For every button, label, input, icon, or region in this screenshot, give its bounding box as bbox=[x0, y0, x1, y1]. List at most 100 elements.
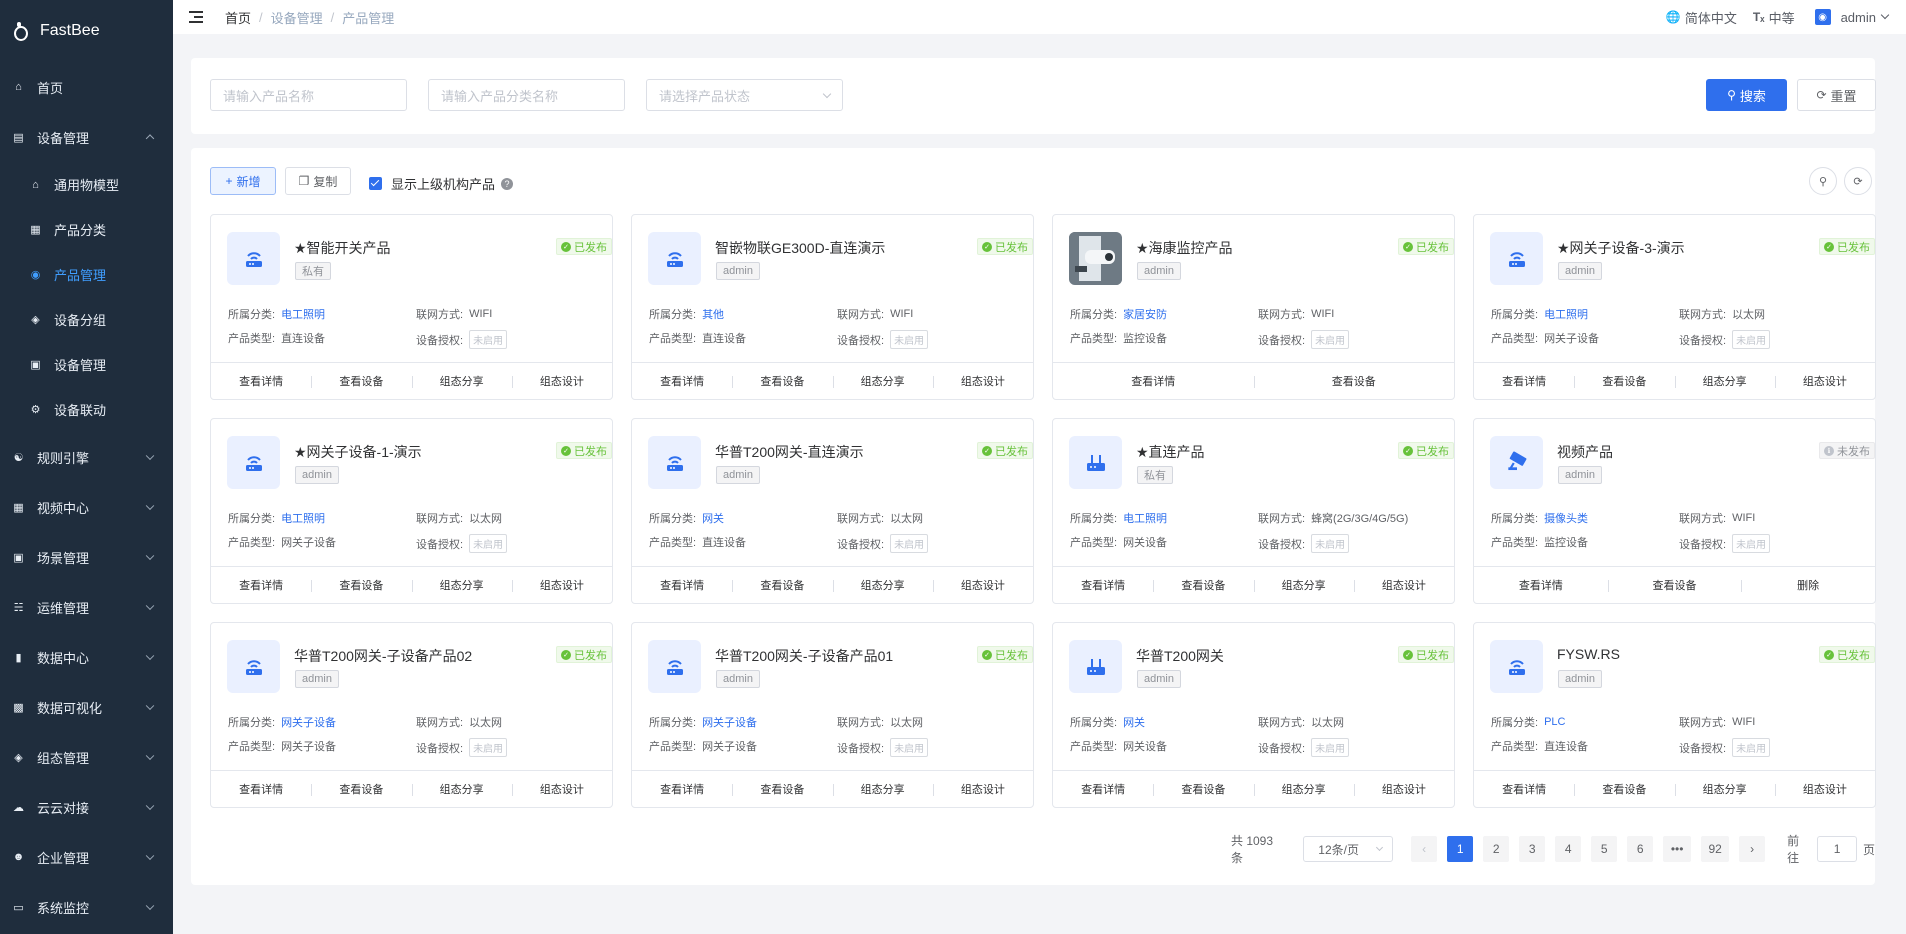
sidebar-subitem-4[interactable]: ▣ 设备管理 bbox=[0, 342, 173, 387]
card-action[interactable]: 查看详情 bbox=[1474, 567, 1608, 603]
sidebar-item-8[interactable]: ◈ 组态管理 bbox=[0, 732, 173, 782]
product-title[interactable]: 视频产品 bbox=[1557, 442, 1613, 462]
product-status-select[interactable]: 请选择产品状态 bbox=[646, 79, 843, 111]
card-action[interactable]: 组态设计 bbox=[511, 363, 612, 399]
sidebar-item-5[interactable]: ☵ 运维管理 bbox=[0, 582, 173, 632]
sidebar-subitem-0[interactable]: ⌂ 通用物模型 bbox=[0, 162, 173, 207]
card-action[interactable]: 查看详情 bbox=[632, 771, 732, 807]
sidebar-item-0[interactable]: ⌂ 首页 bbox=[0, 62, 173, 112]
card-action[interactable]: 查看设备 bbox=[1574, 771, 1674, 807]
product-name-input[interactable]: 请输入产品名称 bbox=[210, 79, 407, 111]
card-action[interactable]: 查看设备 bbox=[311, 567, 411, 603]
product-title[interactable]: ★海康监控产品 bbox=[1136, 238, 1233, 258]
page-button[interactable]: 92 bbox=[1701, 836, 1730, 862]
product-title[interactable]: ★直连产品 bbox=[1136, 442, 1205, 462]
card-action[interactable]: 组态设计 bbox=[1774, 771, 1875, 807]
card-action[interactable]: 查看设备 bbox=[732, 771, 832, 807]
product-card[interactable]: ★网关子设备-3-演示 admin ✓ 已发布 所属分类: 电工照明 联网方式:… bbox=[1473, 214, 1876, 400]
sidebar-item-9[interactable]: ☁ 云云对接 bbox=[0, 782, 173, 832]
card-action[interactable]: 查看详情 bbox=[1053, 771, 1153, 807]
card-action[interactable]: 查看设备 bbox=[1253, 363, 1455, 399]
product-card[interactable]: 华普T200网关 admin ✓ 已发布 所属分类: 网关 联网方式: 以太网 … bbox=[1052, 622, 1455, 808]
page-button[interactable]: 4 bbox=[1555, 836, 1582, 862]
product-title[interactable]: 华普T200网关-子设备产品01 bbox=[715, 646, 893, 666]
card-action[interactable]: 组态分享 bbox=[411, 363, 512, 399]
breadcrumb-device[interactable]: 设备管理 bbox=[271, 8, 323, 27]
card-action[interactable]: 组态分享 bbox=[411, 567, 512, 603]
page-button[interactable]: ••• bbox=[1663, 836, 1692, 862]
sidebar-item-11[interactable]: ▭ 系统监控 bbox=[0, 882, 173, 932]
card-action[interactable]: 查看设备 bbox=[1153, 771, 1253, 807]
card-action[interactable]: 组态设计 bbox=[1353, 771, 1454, 807]
product-title[interactable]: ★智能开关产品 bbox=[294, 238, 391, 258]
card-action[interactable]: 查看详情 bbox=[632, 567, 732, 603]
product-card[interactable]: 华普T200网关-直连演示 admin ✓ 已发布 所属分类: 网关 联网方式:… bbox=[631, 418, 1034, 604]
language-switch[interactable]: 🌐 简体中文 bbox=[1666, 8, 1737, 27]
card-action[interactable]: 组态分享 bbox=[1253, 771, 1354, 807]
card-action[interactable]: 组态设计 bbox=[511, 771, 612, 807]
question-icon[interactable]: ? bbox=[501, 177, 514, 190]
page-button[interactable]: 1 bbox=[1447, 836, 1474, 862]
card-action[interactable]: 组态分享 bbox=[1674, 363, 1775, 399]
card-action[interactable]: 查看设备 bbox=[311, 771, 411, 807]
product-title[interactable]: 华普T200网关 bbox=[1136, 646, 1224, 666]
card-action[interactable]: 查看详情 bbox=[211, 567, 311, 603]
sidebar-item-2[interactable]: ☯ 规则引擎 bbox=[0, 432, 173, 482]
prev-page-button[interactable]: ‹ bbox=[1411, 836, 1438, 862]
card-action[interactable]: 组态分享 bbox=[832, 363, 933, 399]
card-action[interactable]: 查看详情 bbox=[1053, 363, 1254, 399]
product-card[interactable]: 华普T200网关-子设备产品02 admin ✓ 已发布 所属分类: 网关子设备… bbox=[210, 622, 613, 808]
page-size-select[interactable]: 12条/页 bbox=[1303, 836, 1394, 862]
card-action[interactable]: 查看设备 bbox=[311, 363, 411, 399]
product-title[interactable]: ★网关子设备-1-演示 bbox=[294, 442, 422, 462]
card-action[interactable]: 组态设计 bbox=[932, 363, 1033, 399]
add-button[interactable]: + 新增 bbox=[210, 167, 276, 195]
card-action[interactable]: 查看设备 bbox=[1153, 567, 1253, 603]
refresh-button[interactable]: ⟳ bbox=[1844, 167, 1872, 195]
product-card[interactable]: 智嵌物联GE300D-直连演示 admin ✓ 已发布 所属分类: 其他 联网方… bbox=[631, 214, 1034, 400]
card-action[interactable]: 查看详情 bbox=[1474, 363, 1574, 399]
product-card[interactable]: ★智能开关产品 私有 ✓ 已发布 所属分类: 电工照明 联网方式: WIFI 产… bbox=[210, 214, 613, 400]
product-card[interactable]: ★海康监控产品 admin ✓ 已发布 所属分类: 家居安防 联网方式: WIF… bbox=[1052, 214, 1455, 400]
product-title[interactable]: 华普T200网关-直连演示 bbox=[715, 442, 864, 462]
page-button[interactable]: 5 bbox=[1591, 836, 1618, 862]
user-menu[interactable]: ◉ admin bbox=[1814, 9, 1890, 25]
sidebar-item-1[interactable]: ▤ 设备管理 bbox=[0, 112, 173, 162]
logo[interactable]: FastBee bbox=[0, 0, 173, 62]
product-title[interactable]: 华普T200网关-子设备产品02 bbox=[294, 646, 472, 666]
card-action[interactable]: 组态分享 bbox=[1674, 771, 1775, 807]
reset-button[interactable]: ⟳ 重置 bbox=[1797, 79, 1876, 111]
card-action[interactable]: 查看设备 bbox=[1607, 567, 1742, 603]
sidebar-item-3[interactable]: ▦ 视频中心 bbox=[0, 482, 173, 532]
card-action[interactable]: 组态设计 bbox=[932, 567, 1033, 603]
card-action[interactable]: 组态分享 bbox=[1253, 567, 1354, 603]
checkbox-checked[interactable] bbox=[369, 177, 382, 190]
page-jump-input[interactable]: 1 bbox=[1817, 836, 1858, 862]
page-button[interactable]: 6 bbox=[1627, 836, 1654, 862]
category-name-input[interactable]: 请输入产品分类名称 bbox=[428, 79, 625, 111]
product-card[interactable]: ★网关子设备-1-演示 admin ✓ 已发布 所属分类: 电工照明 联网方式:… bbox=[210, 418, 613, 604]
product-card[interactable]: 华普T200网关-子设备产品01 admin ✓ 已发布 所属分类: 网关子设备… bbox=[631, 622, 1034, 808]
card-action[interactable]: 查看设备 bbox=[1574, 363, 1674, 399]
product-card[interactable]: 视频产品 admin ℹ 未发布 所属分类: 摄像头类 联网方式: WIFI 产… bbox=[1473, 418, 1876, 604]
card-action[interactable]: 查看详情 bbox=[1053, 567, 1153, 603]
sidebar-subitem-2[interactable]: ◉ 产品管理 bbox=[0, 252, 173, 297]
search-button[interactable]: ⚲ 搜索 bbox=[1706, 79, 1787, 111]
product-card[interactable]: ★直连产品 私有 ✓ 已发布 所属分类: 电工照明 联网方式: 蜂窝(2G/3G… bbox=[1052, 418, 1455, 604]
card-action[interactable]: 组态分享 bbox=[832, 771, 933, 807]
sidebar-item-10[interactable]: ☻ 企业管理 bbox=[0, 832, 173, 882]
card-action[interactable]: 组态设计 bbox=[1774, 363, 1875, 399]
sidebar-item-7[interactable]: ▩ 数据可视化 bbox=[0, 682, 173, 732]
card-action[interactable]: 组态分享 bbox=[411, 771, 512, 807]
page-button[interactable]: 3 bbox=[1519, 836, 1546, 862]
copy-button[interactable]: ❐ 复制 bbox=[285, 167, 351, 195]
sidebar-subitem-3[interactable]: ◈ 设备分组 bbox=[0, 297, 173, 342]
next-page-button[interactable]: › bbox=[1739, 836, 1766, 862]
card-action[interactable]: 查看详情 bbox=[632, 363, 732, 399]
font-size-switch[interactable]: Tₓ 中等 bbox=[1753, 8, 1795, 27]
page-button[interactable]: 2 bbox=[1483, 836, 1510, 862]
sidebar-item-6[interactable]: ▮ 数据中心 bbox=[0, 632, 173, 682]
card-action[interactable]: 删除 bbox=[1741, 567, 1875, 603]
product-title[interactable]: FYSW.RS bbox=[1557, 646, 1620, 662]
show-parent-checkbox[interactable]: 显示上级机构产品 ? bbox=[369, 174, 514, 193]
